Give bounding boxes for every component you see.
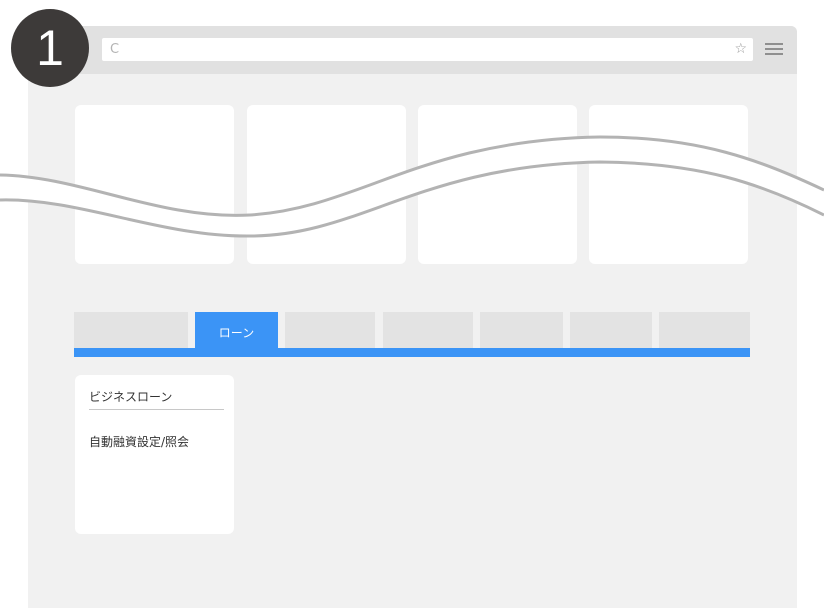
- menu-card-divider: [89, 409, 224, 410]
- tab-loan[interactable]: ローン: [195, 312, 278, 349]
- reload-icon[interactable]: C: [110, 40, 119, 59]
- tab-3[interactable]: [285, 312, 375, 349]
- tab-1[interactable]: [74, 312, 188, 349]
- tab-underline: [74, 348, 750, 357]
- star-icon[interactable]: ☆: [734, 39, 747, 60]
- browser-toolbar: C ☆: [28, 26, 797, 74]
- step-badge: 1: [11, 9, 89, 87]
- business-loan-menu-card: ビジネスローン 自動融資設定/照会: [75, 375, 234, 534]
- hamburger-menu-icon[interactable]: [765, 43, 783, 55]
- auto-loan-settings-link[interactable]: 自動融資設定/照会: [89, 433, 189, 450]
- address-bar[interactable]: C ☆: [102, 38, 753, 61]
- tab-bar: ローン: [74, 312, 750, 357]
- menu-card-title: ビジネスローン: [89, 390, 173, 404]
- tab-5[interactable]: [480, 312, 563, 349]
- tab-6[interactable]: [570, 312, 652, 349]
- tab-7[interactable]: [659, 312, 750, 349]
- omission-wave-divider: [0, 135, 824, 238]
- tab-4[interactable]: [383, 312, 473, 349]
